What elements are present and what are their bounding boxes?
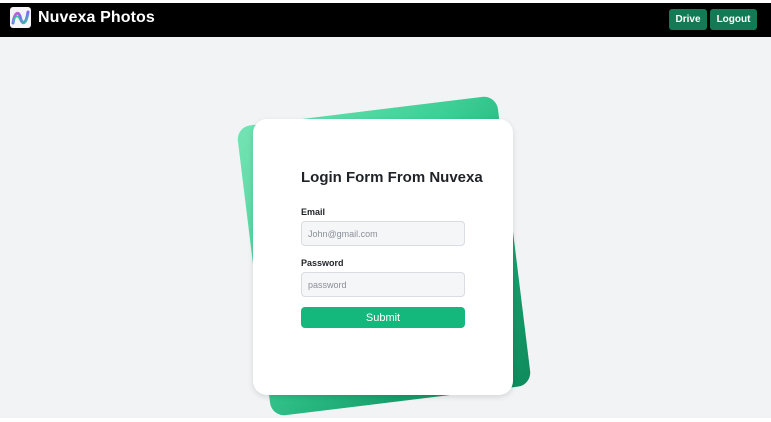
nuvexa-logo-icon[interactable]: [10, 7, 31, 28]
password-field[interactable]: [301, 272, 465, 297]
email-label: Email: [301, 207, 326, 217]
form-title: Login Form From Nuvexa: [301, 169, 483, 186]
email-field[interactable]: [301, 221, 465, 246]
drive-button[interactable]: Drive: [669, 9, 707, 30]
password-label: Password: [301, 258, 344, 268]
login-card: Login Form From Nuvexa Email Password Su…: [253, 119, 513, 395]
top-navbar: Nuvexa Photos Drive Logout: [0, 3, 771, 37]
submit-button[interactable]: Submit: [301, 307, 465, 328]
brand-title[interactable]: Nuvexa Photos: [38, 9, 155, 27]
logout-button[interactable]: Logout: [710, 9, 757, 30]
